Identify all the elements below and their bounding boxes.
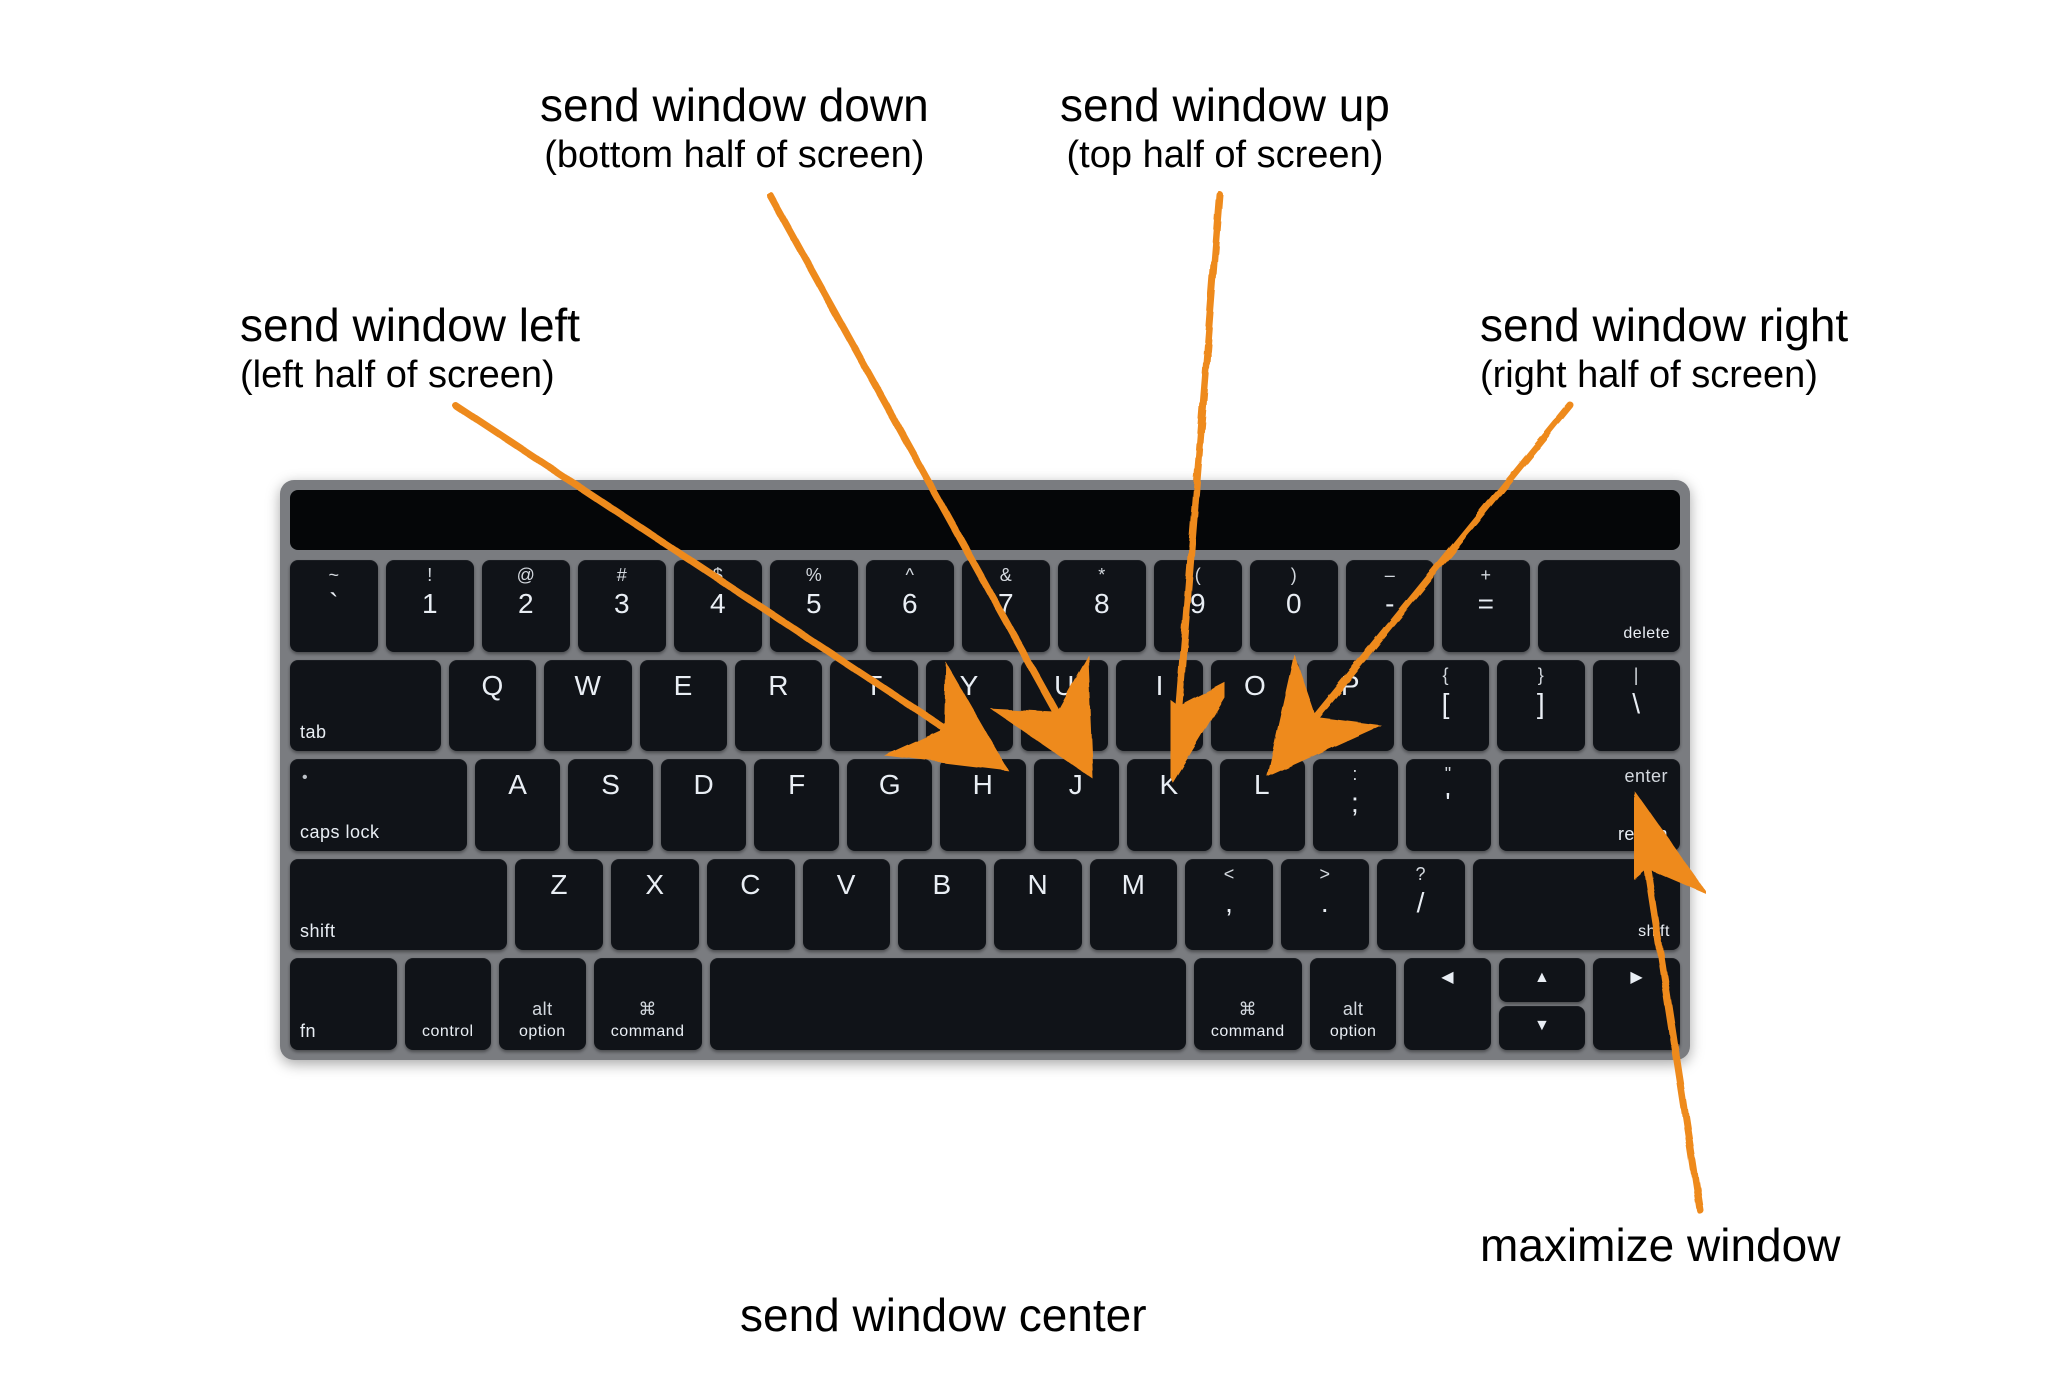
key-O[interactable]: O: [1211, 660, 1298, 752]
key-`[interactable]: ~`: [290, 560, 378, 652]
annotation-max: maximize window: [1480, 1220, 1840, 1271]
row-home: caps lock•ASDFGHJKL:;"'enterreturn: [290, 759, 1680, 851]
key-E[interactable]: E: [640, 660, 727, 752]
key-'[interactable]: "': [1406, 759, 1491, 851]
key-.[interactable]: >.: [1281, 859, 1369, 951]
key-3[interactable]: #3: [578, 560, 666, 652]
key-7[interactable]: &7: [962, 560, 1050, 652]
key-R[interactable]: R: [735, 660, 822, 752]
key-V[interactable]: V: [803, 859, 891, 951]
key-4[interactable]: $4: [674, 560, 762, 652]
key-return[interactable]: enterreturn: [1499, 759, 1680, 851]
key-Z[interactable]: Z: [515, 859, 603, 951]
annotation-up-title: send window up: [1060, 80, 1390, 131]
key-;[interactable]: :;: [1313, 759, 1398, 851]
key-=[interactable]: +=: [1442, 560, 1530, 652]
key-arrow-left[interactable]: ◀: [1404, 958, 1491, 1050]
key-L[interactable]: L: [1220, 759, 1305, 851]
key-command-right[interactable]: ⌘command: [1194, 958, 1302, 1050]
keyboard: ~`!1@2#3$4%5^6&7*8(9)0–-+=delete tabQWER…: [280, 480, 1690, 1060]
key-caps-lock[interactable]: caps lock•: [290, 759, 467, 851]
key-fn[interactable]: fn: [290, 958, 397, 1050]
key-P[interactable]: P: [1307, 660, 1394, 752]
key-S[interactable]: S: [568, 759, 653, 851]
key--[interactable]: –-: [1346, 560, 1434, 652]
key-Y[interactable]: Y: [926, 660, 1013, 752]
key-K[interactable]: K: [1127, 759, 1212, 851]
key-\[interactable]: |\: [1593, 660, 1680, 752]
key-N[interactable]: N: [994, 859, 1082, 951]
annotation-left-title: send window left: [240, 300, 580, 351]
key-B[interactable]: B: [898, 859, 986, 951]
key-arrow-up[interactable]: ▲: [1499, 958, 1586, 1002]
annotation-center-title: send window center: [740, 1290, 1147, 1341]
row-numbers: ~`!1@2#3$4%5^6&7*8(9)0–-+=delete: [290, 560, 1680, 652]
key-M[interactable]: M: [1090, 859, 1178, 951]
annotation-down-sub: (bottom half of screen): [540, 135, 929, 177]
key-][interactable]: }]: [1497, 660, 1584, 752]
key-shift-left[interactable]: shift: [290, 859, 507, 951]
row-modifiers: fncontrolaltoption⌘command⌘commandaltopt…: [290, 958, 1680, 1050]
key-0[interactable]: )0: [1250, 560, 1338, 652]
keyboard-rows: ~`!1@2#3$4%5^6&7*8(9)0–-+=delete tabQWER…: [290, 560, 1680, 1050]
key-W[interactable]: W: [544, 660, 631, 752]
annotation-down-title: send window down: [540, 80, 929, 131]
annotation-right-title: send window right: [1480, 300, 1848, 351]
key-I[interactable]: I: [1116, 660, 1203, 752]
key-Q[interactable]: Q: [449, 660, 536, 752]
key-U[interactable]: U: [1021, 660, 1108, 752]
key-5[interactable]: %5: [770, 560, 858, 652]
key-,[interactable]: <,: [1185, 859, 1273, 951]
key-shift-right[interactable]: shift: [1473, 859, 1680, 951]
annotation-max-title: maximize window: [1480, 1220, 1840, 1271]
annotation-down: send window down (bottom half of screen): [540, 80, 929, 176]
key-H[interactable]: H: [940, 759, 1025, 851]
annotation-left: send window left (left half of screen): [240, 300, 580, 396]
key-control[interactable]: control: [405, 958, 492, 1050]
annotation-up: send window up (top half of screen): [1060, 80, 1390, 176]
key-arrow-down[interactable]: ▼: [1499, 1006, 1586, 1050]
key-option-right[interactable]: altoption: [1310, 958, 1397, 1050]
key-1[interactable]: !1: [386, 560, 474, 652]
annotation-left-sub: (left half of screen): [240, 355, 580, 397]
key-X[interactable]: X: [611, 859, 699, 951]
key-space[interactable]: [710, 958, 1186, 1050]
key-T[interactable]: T: [830, 660, 917, 752]
row-qwerty: tabQWERTYUIOP{[}]|\: [290, 660, 1680, 752]
key-[[interactable]: {[: [1402, 660, 1489, 752]
key-arrow-right[interactable]: ▶: [1593, 958, 1680, 1050]
touch-bar: [290, 490, 1680, 550]
key-C[interactable]: C: [707, 859, 795, 951]
key-option-left[interactable]: altoption: [499, 958, 586, 1050]
key-command-left[interactable]: ⌘command: [594, 958, 702, 1050]
key-D[interactable]: D: [661, 759, 746, 851]
annotation-right: send window right (right half of screen): [1480, 300, 1848, 396]
key-delete[interactable]: delete: [1538, 560, 1680, 652]
key-J[interactable]: J: [1034, 759, 1119, 851]
key-A[interactable]: A: [475, 759, 560, 851]
row-bottom-letters: shiftZXCVBNM<,>.?/shift: [290, 859, 1680, 951]
key-8[interactable]: *8: [1058, 560, 1146, 652]
annotation-center: send window center: [740, 1290, 1147, 1341]
annotation-up-sub: (top half of screen): [1060, 135, 1390, 177]
annotation-right-sub: (right half of screen): [1480, 355, 1848, 397]
key-6[interactable]: ^6: [866, 560, 954, 652]
key-F[interactable]: F: [754, 759, 839, 851]
key-/[interactable]: ?/: [1377, 859, 1465, 951]
key-tab[interactable]: tab: [290, 660, 441, 752]
key-G[interactable]: G: [847, 759, 932, 851]
key-2[interactable]: @2: [482, 560, 570, 652]
key-9[interactable]: (9: [1154, 560, 1242, 652]
